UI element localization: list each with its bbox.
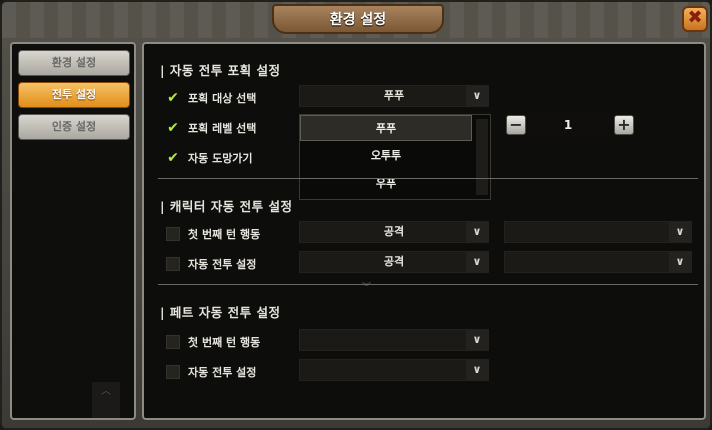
section-title-auto-capture: | 자동 전투 포획 설정: [160, 63, 281, 78]
capture-target-value: 푸푸: [383, 89, 405, 102]
option-pet-auto-battle: 자동 전투 설정: [166, 364, 256, 380]
auto-flee-label: 자동 도망가기: [188, 152, 253, 165]
section-divider: [158, 178, 698, 179]
sidebar-item-battle[interactable]: 전투 설정: [18, 82, 130, 108]
dropdown-option-otutu[interactable]: 오투투: [300, 143, 472, 169]
close-button[interactable]: ✖: [682, 6, 708, 32]
char-auto-battle-select-2[interactable]: ∨: [504, 251, 692, 273]
sidebar-scroll-up-icon[interactable]: ︿: [92, 382, 120, 418]
battle-settings-panel: | 자동 전투 포획 설정 ✔ 포획 대상 선택 푸푸 ∨ ✔ 포획 레벨 선택…: [142, 42, 706, 420]
chevron-down-icon[interactable]: ∨: [466, 86, 488, 106]
dropdown-option-pupu[interactable]: 푸푸: [300, 115, 472, 141]
section-divider: [158, 284, 698, 285]
char-first-turn-select[interactable]: 공격 ∨: [299, 221, 489, 243]
chevron-down-icon[interactable]: ∨: [466, 330, 488, 350]
char-first-turn-select-2[interactable]: ∨: [504, 221, 692, 243]
capture-level-checkbox[interactable]: ✔: [166, 121, 180, 135]
pet-auto-battle-checkbox[interactable]: [166, 365, 180, 379]
char-auto-battle-label: 자동 전투 설정: [188, 258, 257, 271]
capture-target-select[interactable]: 푸푸 ∨: [299, 85, 489, 107]
char-first-turn-value: 공격: [383, 225, 405, 238]
chevron-down-icon[interactable]: ∨: [669, 252, 691, 272]
char-first-turn-label: 첫 번째 턴 행동: [188, 228, 261, 241]
pet-first-turn-select[interactable]: ∨: [299, 329, 489, 351]
sidebar-item-auth[interactable]: 인증 설정: [18, 114, 130, 140]
option-char-auto-battle: 자동 전투 설정: [166, 256, 256, 272]
capture-target-label: 포획 대상 선택: [188, 92, 257, 105]
option-char-first-turn: 첫 번째 턴 행동: [166, 226, 260, 242]
option-pet-first-turn: 첫 번째 턴 행동: [166, 334, 260, 350]
pet-first-turn-label: 첫 번째 턴 행동: [188, 336, 261, 349]
pet-auto-battle-select[interactable]: ∨: [299, 359, 489, 381]
chevron-down-icon[interactable]: ∨: [466, 360, 488, 380]
pet-auto-battle-label: 자동 전투 설정: [188, 366, 257, 379]
level-increase-button[interactable]: +: [614, 115, 634, 135]
expand-chevron-icon: ︾: [362, 283, 372, 293]
capture-target-dropdown: 푸푸 오투투 우푸: [299, 114, 491, 200]
window-title: 환경 설정: [272, 4, 444, 34]
option-auto-flee: ✔ 자동 도망가기: [166, 150, 253, 166]
auto-flee-checkbox[interactable]: ✔: [166, 151, 180, 165]
option-capture-target: ✔ 포획 대상 선택: [166, 90, 256, 106]
section-title-character-auto: | 캐릭터 자동 전투 설정: [160, 199, 293, 214]
sidebar: 환경 설정 전투 설정 인증 설정 ︿: [10, 42, 136, 420]
char-auto-battle-value: 공격: [383, 255, 405, 268]
pet-first-turn-checkbox[interactable]: [166, 335, 180, 349]
dropdown-option-upu[interactable]: 우푸: [300, 171, 472, 197]
level-decrease-button[interactable]: −: [506, 115, 526, 135]
sidebar-item-general[interactable]: 환경 설정: [18, 50, 130, 76]
capture-level-label: 포획 레벨 선택: [188, 122, 257, 135]
settings-window: 환경 설정 ✖ 환경 설정 전투 설정 인증 설정 ︿ | 자동 전투 포획 설…: [0, 0, 712, 430]
chevron-down-icon[interactable]: ∨: [669, 222, 691, 242]
capture-target-checkbox[interactable]: ✔: [166, 91, 180, 105]
section-title-pet-auto: | 페트 자동 전투 설정: [160, 305, 281, 320]
chevron-down-icon[interactable]: ∨: [466, 252, 488, 272]
char-first-turn-checkbox[interactable]: [166, 227, 180, 241]
option-capture-level: ✔ 포획 레벨 선택: [166, 120, 256, 136]
level-value: 1: [526, 114, 610, 136]
dropdown-scrollbar[interactable]: [476, 119, 488, 195]
chevron-down-icon[interactable]: ∨: [466, 222, 488, 242]
char-auto-battle-checkbox[interactable]: [166, 257, 180, 271]
char-auto-battle-select[interactable]: 공격 ∨: [299, 251, 489, 273]
